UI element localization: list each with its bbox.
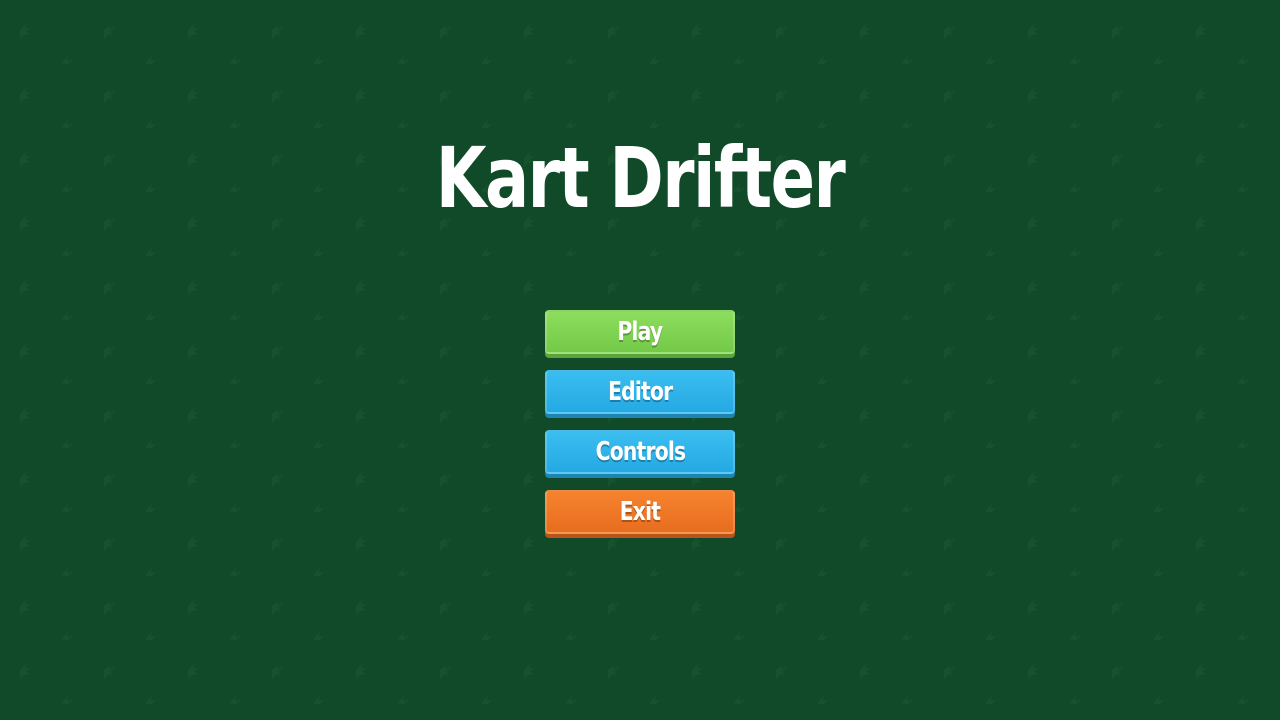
exit-button[interactable]: Exit [545,490,735,538]
controls-button-label: Controls [595,437,685,467]
play-button-face: Play [545,310,735,354]
controls-button[interactable]: Controls [545,430,735,478]
main-menu: Play Editor Controls Exit [545,310,735,550]
editor-button-label: Editor [607,377,673,407]
editor-button[interactable]: Editor [545,370,735,418]
exit-button-label: Exit [619,497,661,527]
editor-button-face: Editor [545,370,735,414]
controls-button-face: Controls [545,430,735,474]
exit-button-face: Exit [545,490,735,534]
game-title: Kart Drifter [435,129,846,227]
play-button[interactable]: Play [545,310,735,358]
play-button-label: Play [617,317,664,347]
